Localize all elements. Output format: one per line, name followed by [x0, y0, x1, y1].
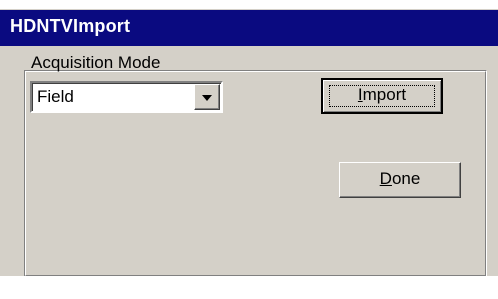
done-label: one	[391, 169, 421, 188]
dropdown-arrow-button[interactable]	[194, 84, 220, 110]
acquisition-mode-label: Acquisition Mode	[31, 53, 161, 72]
bottom-background	[0, 276, 498, 299]
acquisition-mode-dropdown[interactable]: Field	[30, 81, 223, 113]
import-label: mport	[362, 85, 407, 104]
chevron-down-icon	[202, 95, 212, 101]
done-mnemonic: D	[379, 169, 392, 188]
done-button[interactable]: Done	[339, 162, 461, 198]
window-title: HDNTVImport	[10, 16, 131, 36]
acquisition-mode-value: Field	[37, 87, 74, 106]
dialog-window: HDNTVImport Acquisition Mode Field Impor…	[0, 0, 498, 299]
import-button[interactable]: Import	[321, 78, 443, 114]
title-bar[interactable]: HDNTVImport	[0, 9, 498, 47]
